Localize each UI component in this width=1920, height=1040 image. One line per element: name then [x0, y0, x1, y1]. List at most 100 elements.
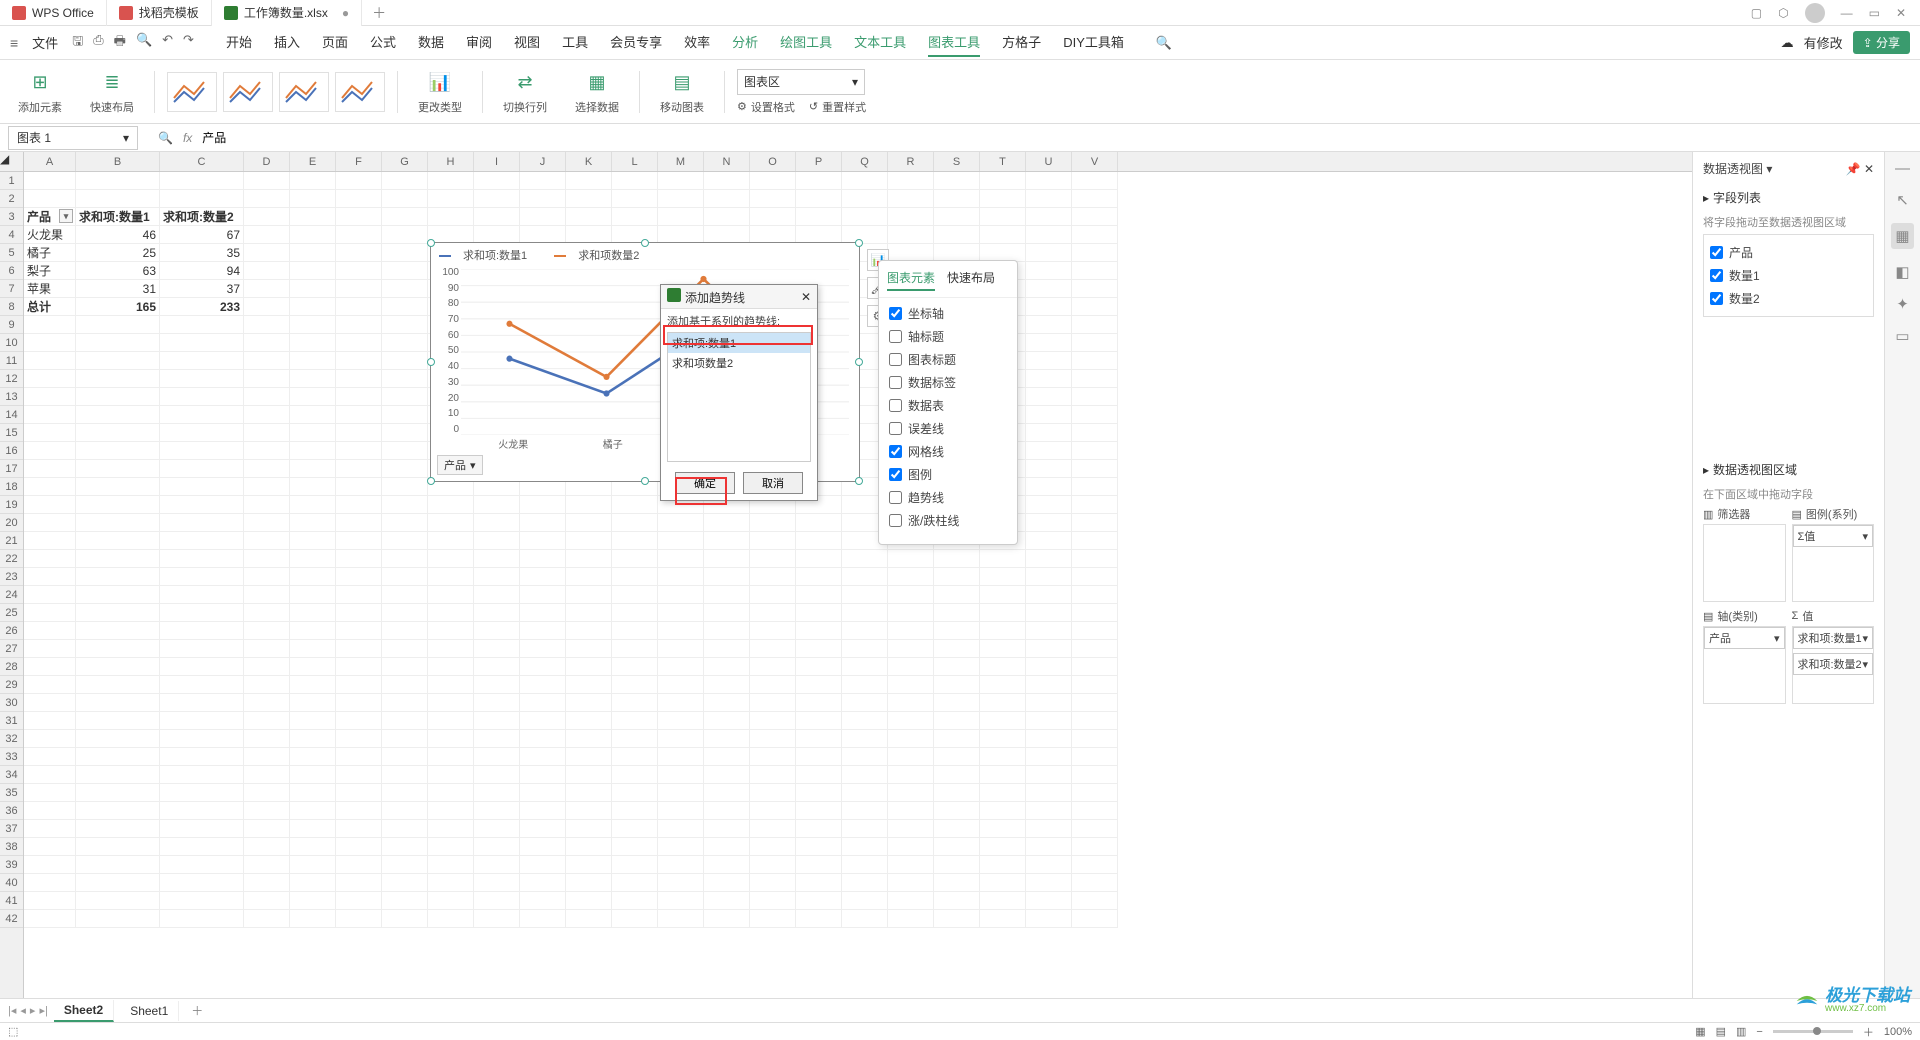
cell[interactable] [474, 856, 520, 874]
row-header[interactable]: 4 [0, 226, 23, 244]
cell[interactable] [474, 676, 520, 694]
cell[interactable] [934, 586, 980, 604]
cell[interactable] [382, 424, 428, 442]
cell[interactable] [474, 586, 520, 604]
row-header[interactable]: 11 [0, 352, 23, 370]
cell[interactable] [160, 316, 244, 334]
menu-tab[interactable]: 方格子 [1002, 28, 1041, 57]
cell[interactable] [934, 550, 980, 568]
cell[interactable] [1072, 514, 1118, 532]
cell[interactable] [566, 892, 612, 910]
cell[interactable] [382, 496, 428, 514]
pin-icon[interactable]: 📌 [1846, 162, 1861, 176]
cell[interactable] [474, 550, 520, 568]
cell[interactable] [160, 370, 244, 388]
properties-icon[interactable]: ◧ [1895, 263, 1909, 281]
cell[interactable] [76, 676, 160, 694]
row-header[interactable]: 34 [0, 766, 23, 784]
cell[interactable] [336, 820, 382, 838]
cell[interactable] [566, 550, 612, 568]
cell[interactable] [24, 910, 76, 928]
cell[interactable] [934, 766, 980, 784]
cell[interactable] [24, 352, 76, 370]
cell[interactable] [244, 784, 290, 802]
menu-tab[interactable]: 文本工具 [854, 28, 906, 57]
cell[interactable] [76, 370, 160, 388]
cell[interactable] [24, 766, 76, 784]
cell[interactable] [474, 730, 520, 748]
row-header[interactable]: 9 [0, 316, 23, 334]
cell[interactable]: 总计 [24, 298, 76, 316]
cell[interactable] [290, 694, 336, 712]
cell[interactable] [842, 676, 888, 694]
cell[interactable] [934, 172, 980, 190]
cell[interactable] [980, 622, 1026, 640]
cell[interactable] [382, 712, 428, 730]
cell[interactable] [520, 856, 566, 874]
cell[interactable] [474, 874, 520, 892]
cell[interactable] [382, 478, 428, 496]
cell[interactable]: 苹果 [24, 280, 76, 298]
cell[interactable] [842, 766, 888, 784]
cell[interactable] [842, 568, 888, 586]
cell[interactable] [382, 460, 428, 478]
cell[interactable] [796, 604, 842, 622]
cell[interactable] [750, 712, 796, 730]
cell[interactable] [980, 694, 1026, 712]
cell[interactable] [704, 586, 750, 604]
cell[interactable] [382, 730, 428, 748]
cell[interactable] [1072, 532, 1118, 550]
cell[interactable] [160, 802, 244, 820]
cell[interactable] [888, 640, 934, 658]
cell[interactable] [1072, 802, 1118, 820]
popover-item[interactable]: 数据表 [889, 394, 1007, 417]
cell[interactable] [382, 568, 428, 586]
cell[interactable] [336, 532, 382, 550]
cell[interactable] [336, 712, 382, 730]
cell[interactable] [24, 334, 76, 352]
cell[interactable] [244, 406, 290, 424]
cell[interactable] [796, 802, 842, 820]
cell[interactable] [382, 586, 428, 604]
cell[interactable] [1072, 478, 1118, 496]
cell[interactable] [796, 838, 842, 856]
cell[interactable] [980, 226, 1026, 244]
close-icon[interactable]: ✕ [1864, 162, 1874, 176]
cell[interactable] [934, 874, 980, 892]
cell[interactable] [336, 316, 382, 334]
cell[interactable] [566, 838, 612, 856]
cell[interactable] [290, 316, 336, 334]
cell[interactable] [658, 658, 704, 676]
cell[interactable] [658, 784, 704, 802]
cell[interactable] [1026, 658, 1072, 676]
cell[interactable] [290, 568, 336, 586]
cell[interactable] [382, 622, 428, 640]
cell[interactable] [428, 604, 474, 622]
close-icon[interactable]: ● [342, 6, 349, 20]
cell[interactable] [336, 658, 382, 676]
column-header[interactable]: M [658, 152, 704, 171]
cell[interactable] [290, 478, 336, 496]
cell[interactable] [474, 568, 520, 586]
spreadsheet-grid[interactable]: ◢ ABCDEFGHIJKLMNOPQRSTUV 123456789101112… [0, 152, 1692, 998]
cell[interactable] [428, 838, 474, 856]
cell[interactable] [428, 730, 474, 748]
cell[interactable] [888, 694, 934, 712]
cell[interactable] [290, 442, 336, 460]
cell[interactable] [290, 352, 336, 370]
cell[interactable] [658, 586, 704, 604]
popover-tab-elements[interactable]: 图表元素 [887, 269, 935, 291]
app-tab-wps[interactable]: WPS Office [0, 0, 107, 26]
cell[interactable] [244, 460, 290, 478]
cell[interactable] [934, 226, 980, 244]
cube-icon[interactable]: ⬡ [1778, 6, 1788, 20]
cell[interactable] [704, 172, 750, 190]
cell[interactable] [160, 550, 244, 568]
cell[interactable] [888, 172, 934, 190]
cell[interactable] [160, 334, 244, 352]
save-icon[interactable]: 🖫 [72, 32, 83, 54]
cell[interactable] [750, 820, 796, 838]
menu-tab[interactable]: 绘图工具 [780, 28, 832, 57]
cell[interactable] [244, 766, 290, 784]
cell[interactable] [244, 172, 290, 190]
